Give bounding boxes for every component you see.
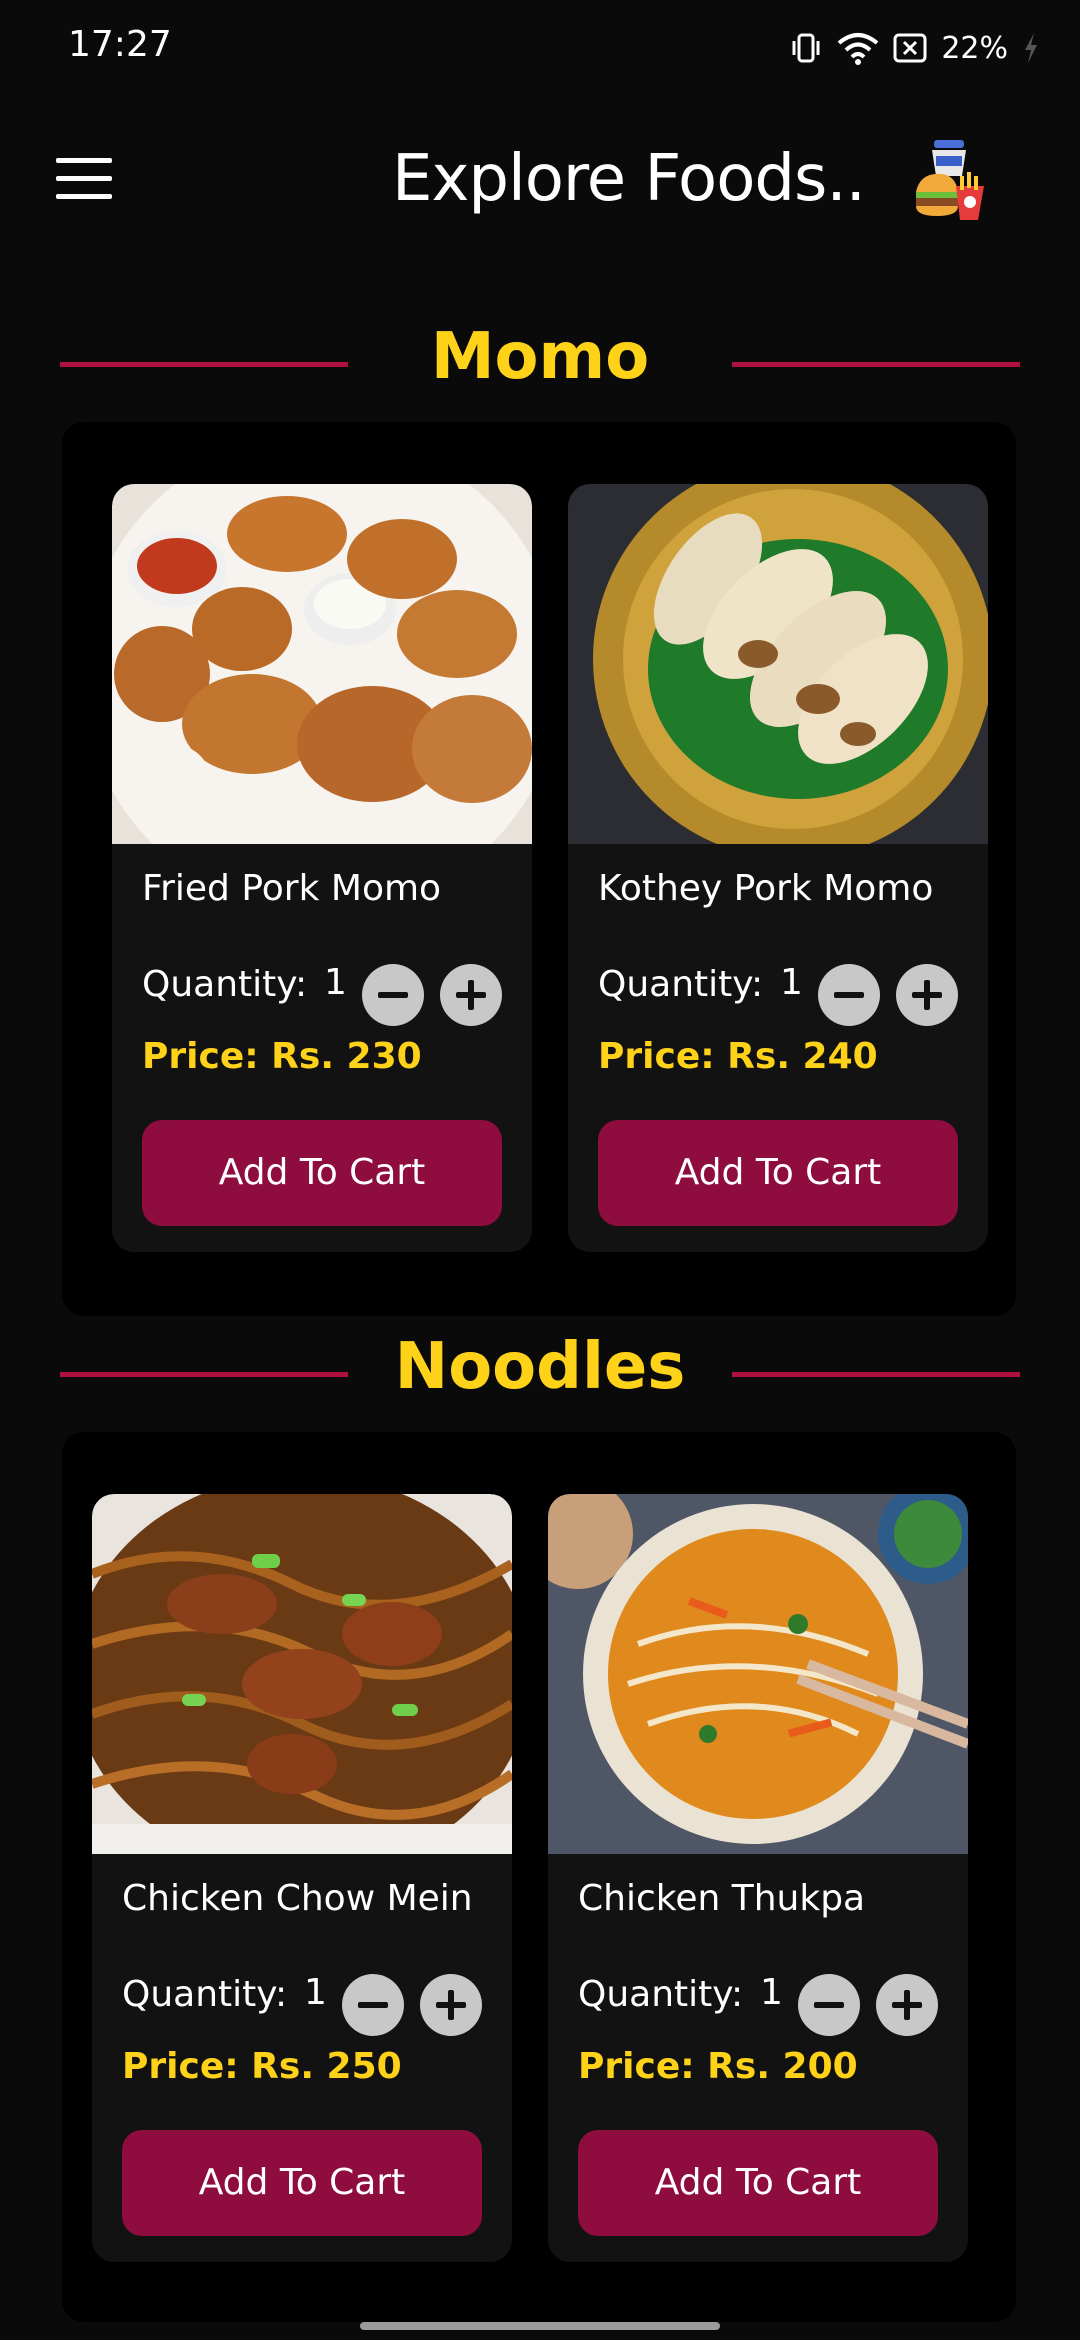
charging-icon <box>1025 33 1037 63</box>
section-header-noodles: Noodles <box>0 1330 1080 1420</box>
add-to-cart-button[interactable]: Add To Cart <box>142 1120 502 1226</box>
food-price: Price: Rs. 200 <box>578 2046 858 2087</box>
food-name: Kothey Pork Momo <box>598 868 934 909</box>
food-image-chicken-thukpa <box>548 1494 968 1854</box>
food-image-fried-pork-momo <box>112 484 532 844</box>
food-card: Chicken Thukpa Quantity: 1 Price: Rs. 20… <box>548 1494 968 2262</box>
hamburger-menu-icon[interactable] <box>56 158 112 202</box>
add-to-cart-button[interactable]: Add To Cart <box>578 2130 938 2236</box>
section-panel-momo: Fried Pork Momo Quantity: 1 Price: Rs. 2… <box>62 422 1016 1316</box>
decrease-quantity-button[interactable] <box>342 1974 404 2036</box>
divider-line <box>732 362 1020 367</box>
add-to-cart-button[interactable]: Add To Cart <box>598 1120 958 1226</box>
food-name: Fried Pork Momo <box>142 868 442 909</box>
section-panel-noodles: Chicken Chow Mein Quantity: 1 Price: Rs.… <box>62 1432 1016 2322</box>
vibrate-icon <box>792 33 820 63</box>
food-name: Chicken Thukpa <box>578 1878 866 1919</box>
section-title: Momo <box>430 320 650 394</box>
food-cart-icon[interactable] <box>912 136 988 222</box>
food-card: Chicken Chow Mein Quantity: 1 Price: Rs.… <box>92 1494 512 2262</box>
quantity-value: 1 <box>780 962 803 1003</box>
section-title: Noodles <box>394 1330 686 1404</box>
decrease-quantity-button[interactable] <box>798 1974 860 2036</box>
decrease-quantity-button[interactable] <box>818 964 880 1026</box>
quantity-label: Quantity: <box>578 1974 744 2015</box>
battery-percent: 22% <box>941 30 1008 66</box>
increase-quantity-button[interactable] <box>420 1974 482 2036</box>
quantity-value: 1 <box>324 962 347 1003</box>
divider-line <box>732 1372 1020 1377</box>
increase-quantity-button[interactable] <box>440 964 502 1026</box>
page-title: Explore Foods.. <box>392 142 866 216</box>
section-header-momo: Momo <box>0 320 1080 410</box>
quantity-value: 1 <box>304 1972 327 2013</box>
food-image-chicken-chow-mein <box>92 1494 512 1854</box>
add-to-cart-button[interactable]: Add To Cart <box>122 2130 482 2236</box>
quantity-label: Quantity: <box>142 964 308 1005</box>
food-card: Fried Pork Momo Quantity: 1 Price: Rs. 2… <box>112 484 532 1252</box>
wifi-icon <box>838 33 879 65</box>
status-icons: 22% <box>789 28 1040 68</box>
status-time: 17:27 <box>68 24 172 65</box>
increase-quantity-button[interactable] <box>896 964 958 1026</box>
food-price: Price: Rs. 250 <box>122 2046 402 2087</box>
food-price: Price: Rs. 230 <box>142 1036 422 1077</box>
quantity-label: Quantity: <box>598 964 764 1005</box>
quantity-value: 1 <box>760 1972 783 2013</box>
increase-quantity-button[interactable] <box>876 1974 938 2036</box>
food-name: Chicken Chow Mein <box>122 1878 473 1919</box>
app-bar: Explore Foods.. <box>0 130 1080 230</box>
quantity-label: Quantity: <box>122 1974 288 2015</box>
home-indicator[interactable] <box>360 2322 720 2330</box>
no-sim-icon <box>893 33 927 63</box>
food-price: Price: Rs. 240 <box>598 1036 878 1077</box>
status-bar: 17:27 22% <box>0 0 1080 96</box>
decrease-quantity-button[interactable] <box>362 964 424 1026</box>
food-card: Kothey Pork Momo Quantity: 1 Price: Rs. … <box>568 484 988 1252</box>
food-image-kothey-pork-momo <box>568 484 988 844</box>
